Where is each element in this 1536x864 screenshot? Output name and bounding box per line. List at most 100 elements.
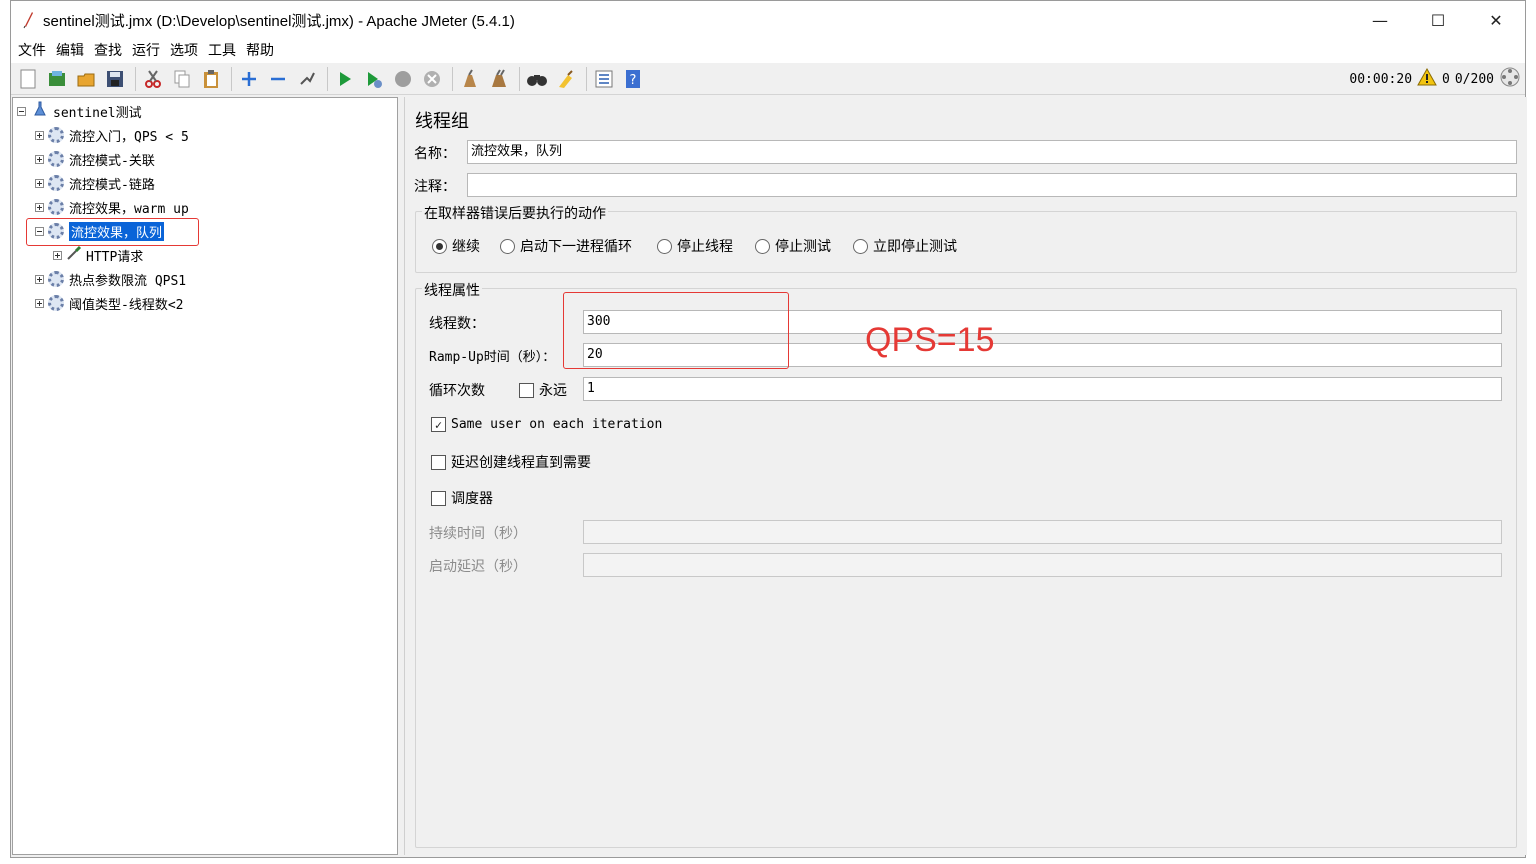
collapse-icon[interactable] — [265, 66, 291, 92]
checkbox-label: 调度器 — [451, 491, 493, 507]
forever-checkbox[interactable]: 永远 — [519, 380, 567, 400]
warning-icon[interactable] — [1417, 67, 1437, 90]
function-helper-icon[interactable] — [591, 66, 617, 92]
paste-icon[interactable] — [198, 66, 224, 92]
duration-field — [583, 520, 1502, 544]
cut-icon[interactable] — [140, 66, 166, 92]
stop-icon[interactable] — [390, 66, 416, 92]
warning-count: 0 — [1442, 71, 1450, 87]
radio-label: 继续 — [452, 239, 480, 255]
tree-root[interactable]: sentinel测试 — [17, 100, 142, 122]
maximize-button[interactable]: ☐ — [1409, 1, 1467, 39]
expand-toggle-icon[interactable] — [35, 298, 44, 308]
menu-search[interactable]: 查找 — [89, 39, 127, 63]
tree-item-label: HTTP请求 — [86, 249, 144, 265]
new-icon[interactable] — [15, 66, 41, 92]
start-icon[interactable] — [332, 66, 358, 92]
comment-label: 注释： — [414, 179, 456, 195]
tree-item-child[interactable]: HTTP请求 — [53, 244, 143, 266]
rampup-label: Ramp-Up时间（秒）： — [429, 350, 556, 365]
radio-label: 立即停止测试 — [873, 239, 957, 255]
radio-start-next-loop[interactable]: 启动下一进程循环 — [500, 236, 632, 256]
threads-label: 线程数： — [429, 316, 485, 332]
menu-tools[interactable]: 工具 — [203, 39, 241, 63]
templates-icon[interactable] — [44, 66, 70, 92]
tree-item[interactable]: 流控入门，QPS < 5 — [35, 124, 189, 146]
thread-group-gear-icon — [48, 151, 64, 167]
window-controls: — ☐ ✕ — [1351, 1, 1525, 39]
tree-item[interactable]: 流控效果，warm up — [35, 196, 189, 218]
tree-item[interactable]: 流控模式-链路 — [35, 172, 155, 194]
scheduler-checkbox[interactable]: 调度器 — [431, 488, 493, 508]
thread-group-gear-icon — [48, 127, 64, 143]
tree-item[interactable]: 热点参数限流 QPS1 — [35, 268, 186, 290]
clear-all-icon[interactable] — [486, 66, 512, 92]
expand-toggle-icon[interactable] — [35, 274, 44, 284]
highlight-box — [563, 292, 789, 369]
panel-title: 线程组 — [415, 111, 469, 132]
elapsed-timer: 00:00:20 — [1349, 71, 1413, 87]
radio-stop-test-now[interactable]: 立即停止测试 — [853, 236, 957, 256]
checkbox-icon — [431, 490, 446, 506]
menu-bar: 文件 编辑 查找 运行 选项 工具 帮助 — [11, 39, 1525, 63]
startup-delay-label: 启动延迟（秒） — [429, 559, 527, 575]
radio-continue[interactable]: 继续 — [432, 236, 480, 256]
tree-item[interactable]: 流控模式-关联 — [35, 148, 155, 170]
toggle-icon[interactable] — [294, 66, 320, 92]
tree-root-label: sentinel测试 — [53, 105, 142, 121]
open-icon[interactable] — [73, 66, 99, 92]
minimize-button[interactable]: — — [1351, 1, 1409, 39]
tree-item[interactable]: 阈值类型-线程数<2 — [35, 292, 183, 314]
checkbox-label: Same user on each iteration — [451, 417, 663, 432]
name-field[interactable]: 流控效果，队列 — [467, 140, 1517, 164]
expand-toggle-icon[interactable] — [35, 178, 44, 188]
jmeter-window: sentinel测试.jmx (D:\Develop\sentinel测试.jm… — [10, 0, 1527, 858]
thread-group-gear-icon — [48, 271, 64, 287]
close-button[interactable]: ✕ — [1467, 1, 1525, 39]
toolbar-separator — [452, 66, 453, 91]
comment-field[interactable] — [467, 173, 1517, 197]
qps-annotation: QPS=15 — [865, 321, 995, 359]
radio-icon — [755, 238, 770, 254]
menu-file[interactable]: 文件 — [13, 39, 51, 63]
toolbar-separator — [135, 66, 136, 91]
radio-selected-icon — [432, 238, 447, 254]
sampler-pipette-icon — [66, 245, 82, 265]
help-icon[interactable]: ? — [620, 66, 646, 92]
menu-options[interactable]: 选项 — [165, 39, 203, 63]
name-label: 名称： — [414, 146, 456, 162]
radio-label: 停止线程 — [677, 239, 733, 255]
radio-stop-test[interactable]: 停止测试 — [755, 236, 831, 256]
duration-label: 持续时间（秒） — [429, 526, 527, 542]
svg-text:?: ? — [630, 73, 637, 88]
checkbox-icon — [431, 454, 446, 470]
toolbar: ? 00:00:20 0 0/200 — [11, 63, 1525, 95]
search-icon[interactable] — [524, 66, 550, 92]
expand-toggle-icon[interactable] — [35, 130, 44, 140]
test-plan-tree: sentinel测试 流控入门，QPS < 5 流控模式-关联 流控模式-链路 … — [12, 97, 398, 855]
radio-stop-thread[interactable]: 停止线程 — [657, 236, 733, 256]
menu-run[interactable]: 运行 — [127, 39, 165, 63]
shutdown-icon[interactable] — [419, 66, 445, 92]
tree-item-label: 流控入门，QPS < 5 — [69, 129, 189, 145]
save-icon[interactable] — [102, 66, 128, 92]
loop-count-field[interactable]: 1 — [583, 377, 1502, 401]
expand-toggle-icon[interactable] — [35, 154, 44, 164]
radio-icon — [853, 238, 868, 254]
jmeter-feather-icon — [21, 11, 35, 29]
radio-label: 停止测试 — [775, 239, 831, 255]
same-user-checkbox[interactable]: ✓ Same user on each iteration — [431, 417, 662, 432]
clear-icon[interactable] — [457, 66, 483, 92]
checkbox-icon — [519, 382, 534, 398]
menu-edit[interactable]: 编辑 — [51, 39, 89, 63]
menu-help[interactable]: 帮助 — [241, 39, 279, 63]
checkbox-label: 延迟创建线程直到需要 — [451, 455, 591, 471]
expand-toggle-icon[interactable] — [53, 250, 62, 260]
expand-toggle-icon[interactable] — [35, 202, 44, 212]
expand-icon[interactable] — [236, 66, 262, 92]
collapse-toggle-icon[interactable] — [17, 106, 26, 116]
reset-search-icon[interactable] — [553, 66, 579, 92]
start-no-pause-icon[interactable] — [361, 66, 387, 92]
delay-thread-creation-checkbox[interactable]: 延迟创建线程直到需要 — [431, 452, 591, 472]
copy-icon[interactable] — [169, 66, 195, 92]
